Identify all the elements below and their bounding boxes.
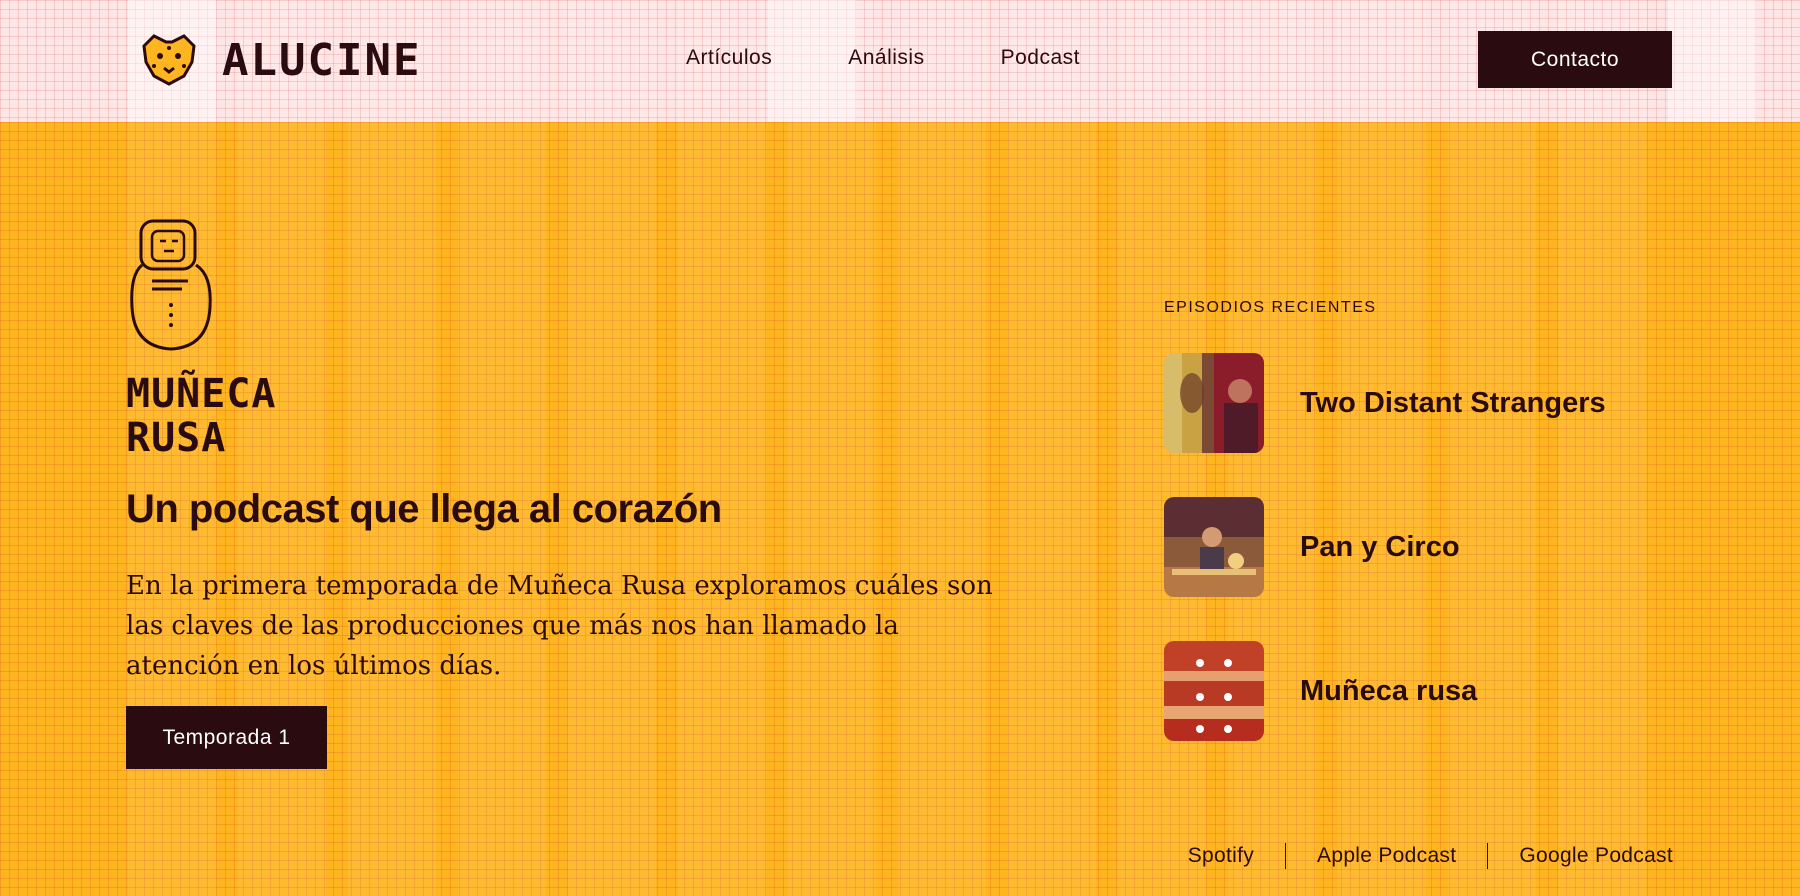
two-figures-image-icon	[1180, 373, 1258, 453]
season-1-button[interactable]: Temporada 1	[126, 706, 327, 769]
contact-button[interactable]: Contacto	[1478, 31, 1672, 88]
episode-item[interactable]: Muñeca rusa	[1164, 641, 1477, 741]
link-apple-podcast[interactable]: Apple Podcast	[1317, 844, 1456, 868]
episode-thumbnail	[1164, 353, 1264, 453]
nav-item-articulos[interactable]: Artículos	[686, 46, 772, 70]
episode-item[interactable]: Two Distant Strangers	[1164, 353, 1606, 453]
matryoshka-doll-icon	[130, 219, 212, 351]
main-nav: Artículos Análisis Podcast	[686, 46, 1080, 70]
link-spotify[interactable]: Spotify	[1188, 844, 1254, 868]
episode-item[interactable]: Pan y Circo	[1164, 497, 1460, 597]
site-logo[interactable]: ALUCINE	[138, 32, 421, 88]
logo-wordmark: ALUCINE	[222, 34, 422, 86]
divider	[1487, 843, 1489, 869]
hero-headline: Un podcast que llega al corazón	[126, 487, 722, 531]
episode-title: Two Distant Strangers	[1300, 386, 1606, 419]
episode-title: Pan y Circo	[1300, 530, 1460, 563]
hero-description: En la primera temporada de Muñeca Rusa e…	[126, 571, 993, 681]
jaguar-icon	[142, 34, 196, 86]
recent-episodes-heading: EPISODIOS RECIENTES	[1164, 299, 1377, 316]
link-google-podcast[interactable]: Google Podcast	[1519, 844, 1673, 868]
episode-thumbnail	[1164, 497, 1264, 597]
episode-title: Muñeca rusa	[1300, 674, 1478, 707]
dinner-scene-image-icon	[1172, 527, 1256, 575]
grid-column	[1668, 0, 1756, 122]
stacked-faces-image-icon	[1196, 659, 1232, 733]
divider	[1285, 843, 1287, 869]
nav-item-analisis[interactable]: Análisis	[848, 46, 924, 70]
podcast-platform-links: Spotify Apple Podcast Google Podcast	[1188, 843, 1673, 869]
nav-item-podcast[interactable]: Podcast	[1001, 46, 1080, 70]
episode-thumbnail	[1164, 641, 1264, 741]
show-title-art: MUÑECA RUSA	[126, 371, 277, 461]
